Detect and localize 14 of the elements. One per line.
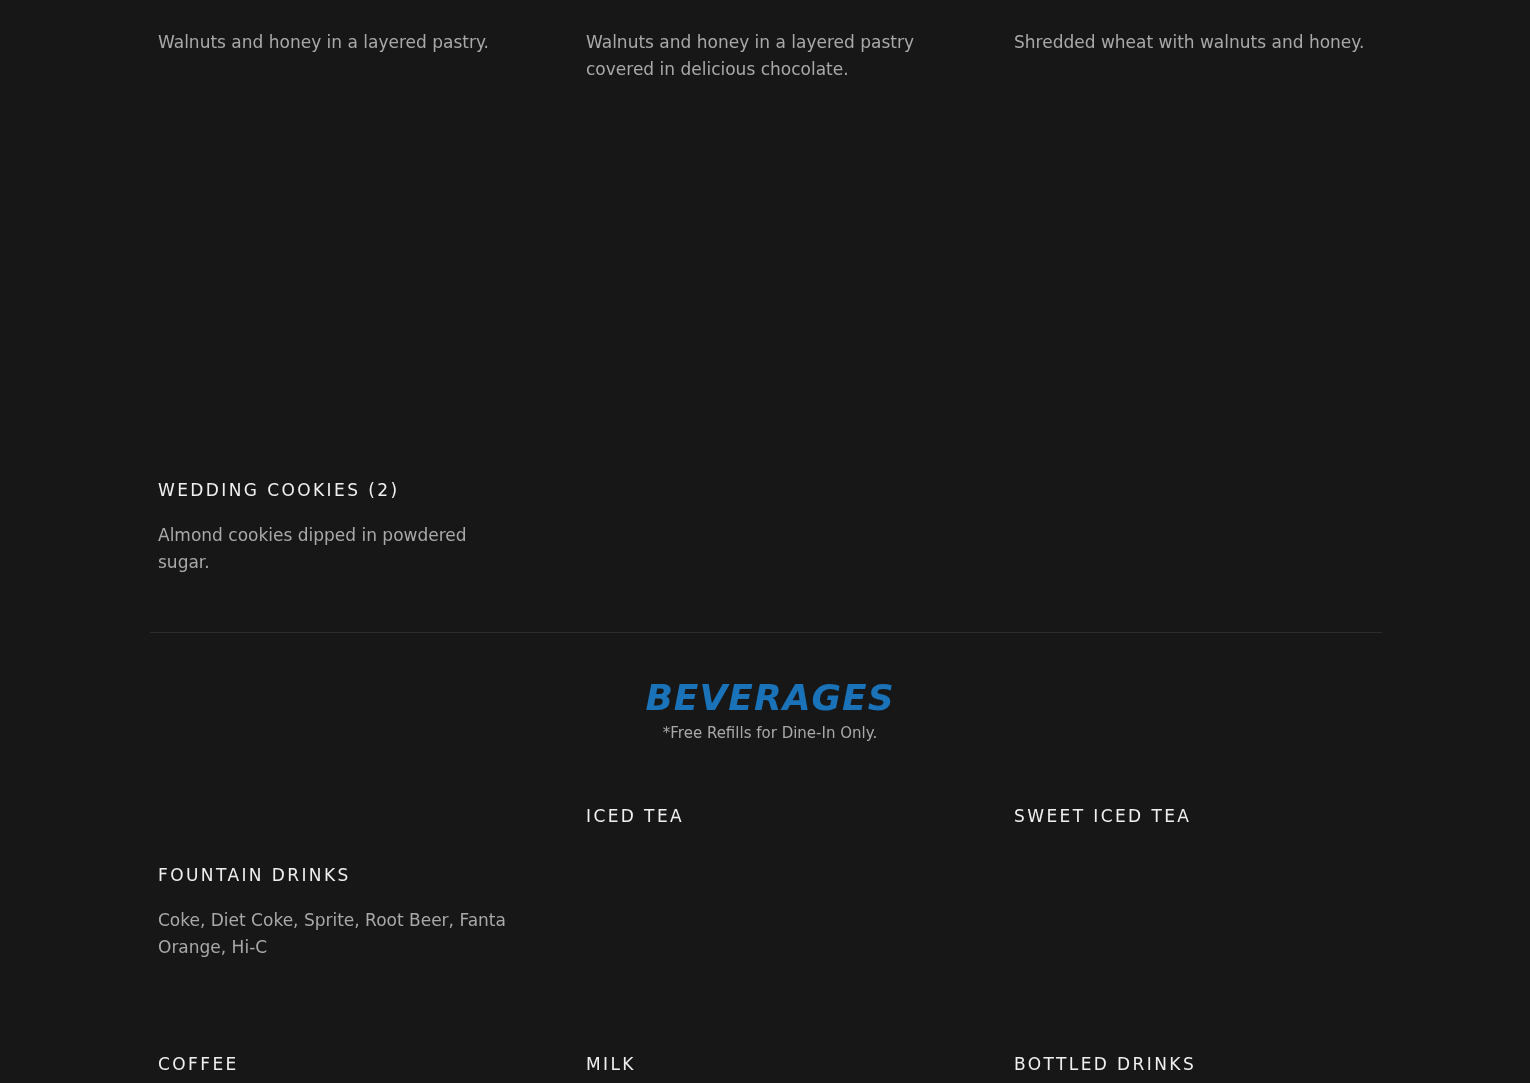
section-note: *Free Refills for Dine-In Only. bbox=[662, 724, 878, 742]
section-title: BEVERAGES bbox=[645, 677, 895, 718]
item-name: WEDDING COOKIES (2) bbox=[158, 480, 400, 500]
item-description: Almond cookies dipped in powdered sugar. bbox=[158, 524, 468, 574]
item-description: Coke, Diet Coke, Sprite, Root Beer, Fanta Orange, Hi-C bbox=[158, 909, 507, 959]
item-name: MILK bbox=[586, 1054, 636, 1074]
item-name: SWEET ICED TEA bbox=[1014, 806, 1192, 826]
item-description: Walnuts and honey in a layered pastry. bbox=[158, 31, 489, 54]
item-name: ICED TEA bbox=[586, 806, 685, 826]
item-name: BOTTLED DRINKS bbox=[1014, 1054, 1197, 1074]
item-name: FOUNTAIN DRINKS bbox=[158, 865, 351, 885]
item-description: Walnuts and honey in a layered pastry covered in delicious chocolate. bbox=[586, 31, 916, 81]
item-description: Shredded wheat with walnuts and honey. bbox=[1014, 31, 1365, 54]
item-name: COFFEE bbox=[158, 1054, 239, 1074]
